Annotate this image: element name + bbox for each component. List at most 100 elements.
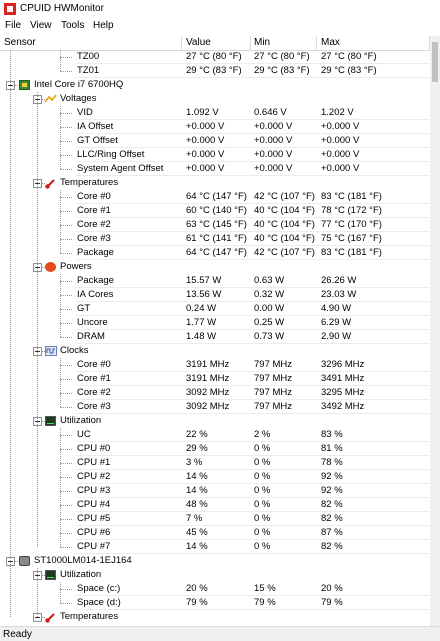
tree-connector (60, 127, 72, 128)
sensor-row[interactable]: TZ01 29 °C (83 °F) 29 °C (83 °F) 29 °C (83 … (0, 64, 430, 78)
sensor-row[interactable]: LLC/Ring Offset +0.000 V +0.000 V +0.000 V (0, 148, 430, 162)
sensor-min: +0.000 V (254, 163, 293, 174)
sensor-value: 7 % (186, 513, 203, 524)
tree-guide-line (10, 50, 11, 617)
column-divider[interactable] (181, 36, 182, 50)
scrollbar-thumb[interactable] (432, 42, 438, 82)
tree-connector (60, 253, 72, 254)
sensor-row[interactable]: System Agent Offset +0.000 V +0.000 V +0.00… (0, 162, 430, 176)
column-divider[interactable] (250, 36, 251, 50)
sensor-row[interactable]: Core #2 3092 MHz 797 MHz 3295 MHz (0, 386, 430, 400)
sensor-row[interactable]: CPU #3 14 % 0 % 92 % (0, 484, 430, 498)
tree-connector (60, 463, 72, 464)
device-row[interactable]: ST1000LM014-1EJ164 (0, 554, 430, 568)
sensor-max: 82 % (321, 499, 343, 510)
column-header-value[interactable]: Value (186, 37, 211, 48)
sensor-row[interactable]: UC 22 % 2 % 83 % (0, 428, 430, 442)
sensor-row[interactable]: IA Cores 13.56 W 0.32 W 23.03 W (0, 288, 430, 302)
sensor-min: 0.00 W (254, 303, 285, 314)
vertical-scrollbar[interactable] (430, 36, 440, 626)
tree-connector (42, 421, 45, 422)
sensor-row[interactable]: Core #2 63 °C (145 °F) 40 °C (104 °F) 77 °C… (0, 218, 430, 232)
sensor-max: +0.000 V (321, 135, 360, 146)
chip-icon (19, 80, 30, 90)
menu-view[interactable]: View (30, 20, 52, 31)
sensor-label: Core #1 (77, 373, 111, 384)
column-header-min[interactable]: Min (254, 37, 270, 48)
tree-connector (60, 547, 72, 548)
sensor-max: 3491 MHz (321, 373, 365, 384)
group-row[interactable]: Powers (0, 260, 430, 274)
sensor-row[interactable]: CPU #7 14 % 0 % 82 % (0, 540, 430, 554)
sensor-row[interactable]: CPU #2 14 % 0 % 92 % (0, 470, 430, 484)
group-row[interactable]: Clocks (0, 344, 430, 358)
sensor-max: 3492 MHz (321, 401, 365, 412)
sensor-row[interactable]: CPU #0 29 % 0 % 81 % (0, 442, 430, 456)
sensor-label: Core #0 (77, 359, 111, 370)
tree-connector (60, 295, 72, 296)
group-label: Clocks (60, 345, 89, 356)
tree-connector (60, 519, 72, 520)
sensor-tree[interactable]: TZ00 27 °C (80 °F) 27 °C (80 °F) 27 °C (80 … (0, 50, 430, 626)
tree-connector (60, 211, 72, 212)
group-label: Temperatures (60, 177, 119, 188)
column-divider[interactable] (316, 36, 317, 50)
sensor-row[interactable]: CPU #6 45 % 0 % 87 % (0, 526, 430, 540)
sensor-max: 78 °C (172 °F) (321, 205, 382, 216)
tree-connector (60, 533, 72, 534)
sensor-row[interactable]: Core #1 60 °C (140 °F) 40 °C (104 °F) 78 °C… (0, 204, 430, 218)
group-row[interactable]: Utilization (0, 568, 430, 582)
sensor-min: 79 % (254, 597, 276, 608)
sensor-row[interactable]: Space (d:) 79 % 79 % 79 % (0, 596, 430, 610)
sensor-label: Package (77, 275, 114, 286)
sensor-row[interactable]: CPU #1 3 % 0 % 78 % (0, 456, 430, 470)
sensor-row[interactable]: GT Offset +0.000 V +0.000 V +0.000 V (0, 134, 430, 148)
sensor-max: 3295 MHz (321, 387, 365, 398)
hard-drive-icon (19, 556, 30, 566)
sensor-row[interactable]: CPU #5 7 % 0 % 82 % (0, 512, 430, 526)
group-row[interactable]: Temperatures (0, 610, 430, 624)
sensor-row[interactable]: Package 64 °C (147 °F) 42 °C (107 °F) 83 °C… (0, 246, 430, 260)
column-header-sensor[interactable]: Sensor (4, 37, 36, 48)
sensor-row[interactable]: Core #0 3191 MHz 797 MHz 3296 MHz (0, 358, 430, 372)
sensor-row[interactable]: Core #1 3191 MHz 797 MHz 3491 MHz (0, 372, 430, 386)
sensor-row[interactable]: Uncore 1.77 W 0.25 W 6.29 W (0, 316, 430, 330)
sensor-max: +0.000 V (321, 121, 360, 132)
device-label: ST1000LM014-1EJ164 (34, 555, 132, 566)
sensor-label: CPU #7 (77, 541, 111, 552)
sensor-label: CPU #3 (77, 485, 111, 496)
sensor-row[interactable]: VID 1.092 V 0.646 V 1.202 V (0, 106, 430, 120)
device-row[interactable]: Intel Core i7 6700HQ (0, 78, 430, 92)
sensor-row[interactable]: DRAM 1.48 W 0.73 W 2.90 W (0, 330, 430, 344)
sensor-label: CPU #4 (77, 499, 111, 510)
sensor-max: 83 °C (181 °F) (321, 247, 382, 258)
tree-connector (60, 337, 72, 338)
sensor-row[interactable]: CPU #4 48 % 0 % 82 % (0, 498, 430, 512)
sensor-row[interactable]: Core #3 3092 MHz 797 MHz 3492 MHz (0, 400, 430, 414)
tree-connector (15, 85, 18, 86)
power-icon (45, 262, 56, 272)
sensor-row[interactable]: TZ00 27 °C (80 °F) 27 °C (80 °F) 27 °C (80 … (0, 50, 430, 64)
group-row[interactable]: Temperatures (0, 176, 430, 190)
sensor-max: 81 % (321, 443, 343, 454)
group-label: Voltages (60, 93, 97, 104)
sensor-label: Space (c:) (77, 583, 121, 594)
menu-tools[interactable]: Tools (61, 20, 84, 31)
tree-connector (42, 183, 45, 184)
sensor-max: 4.90 W (321, 303, 352, 314)
menu-help[interactable]: Help (93, 20, 114, 31)
sensor-row[interactable]: Space (c:) 20 % 15 % 20 % (0, 582, 430, 596)
sensor-value: 14 % (186, 471, 208, 482)
sensor-value: 3 % (186, 457, 203, 468)
sensor-value: 27 °C (80 °F) (186, 51, 242, 62)
menu-file[interactable]: File (5, 20, 21, 31)
group-row[interactable]: Voltages (0, 92, 430, 106)
column-header-max[interactable]: Max (321, 37, 340, 48)
sensor-row[interactable]: GT 0.24 W 0.00 W 4.90 W (0, 302, 430, 316)
sensor-row[interactable]: Core #0 64 °C (147 °F) 42 °C (107 °F) 83 °C… (0, 190, 430, 204)
sensor-row[interactable]: Package 15.57 W 0.63 W 26.26 W (0, 274, 430, 288)
sensor-row[interactable]: Core #3 61 °C (141 °F) 40 °C (104 °F) 75 °C… (0, 232, 430, 246)
sensor-min: 797 MHz (254, 359, 293, 370)
group-row[interactable]: Utilization (0, 414, 430, 428)
sensor-row[interactable]: IA Offset +0.000 V +0.000 V +0.000 V (0, 120, 430, 134)
